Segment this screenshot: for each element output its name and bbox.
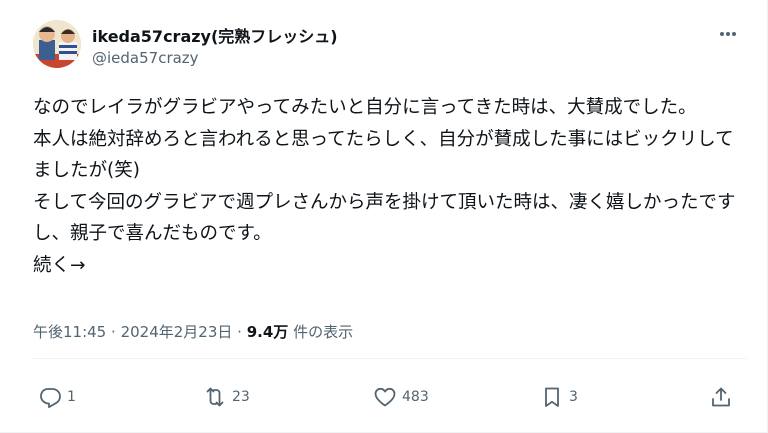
post-text: なのでレイラがグラビアやってみたいと自分に言ってきた時は、大賛成でした。 本人は… <box>33 97 736 276</box>
bookmark-count: 3 <box>569 389 578 405</box>
like-icon <box>374 387 396 407</box>
bookmark-button[interactable]: 3 <box>540 384 578 410</box>
post-card: ikeda57crazy(完熟フレッシュ) @ieda57crazy なのでレイ… <box>0 0 768 433</box>
avatar-image <box>33 20 81 68</box>
share-button[interactable] <box>709 384 733 410</box>
more-icon[interactable] <box>712 22 744 46</box>
repost-count: 23 <box>232 389 250 405</box>
bookmark-icon <box>545 387 559 407</box>
reply-count: 1 <box>67 389 76 405</box>
like-count: 483 <box>402 389 429 405</box>
share-icon <box>712 387 730 407</box>
post-meta: 午後11:45 · 2024年2月23日 · 9.4万 件の表示 <box>33 321 353 342</box>
meta-separator: · <box>237 323 242 341</box>
views-label: 件の表示 <box>293 323 354 341</box>
post-date[interactable]: 2024年2月23日 <box>121 323 233 341</box>
author-handle[interactable]: @ieda57crazy <box>92 49 199 67</box>
divider <box>33 358 747 359</box>
repost-icon <box>206 387 224 407</box>
reply-icon <box>40 388 61 408</box>
avatar[interactable] <box>33 20 81 68</box>
author-display-name[interactable]: ikeda57crazy(完熟フレッシュ) <box>92 23 338 47</box>
reply-button[interactable]: 1 <box>38 384 76 410</box>
repost-button[interactable]: 23 <box>203 384 250 410</box>
views-count: 9.4万 <box>246 323 289 341</box>
like-button[interactable]: 483 <box>373 384 429 410</box>
meta-separator: · <box>111 323 116 341</box>
post-time[interactable]: 午後11:45 <box>33 323 106 341</box>
